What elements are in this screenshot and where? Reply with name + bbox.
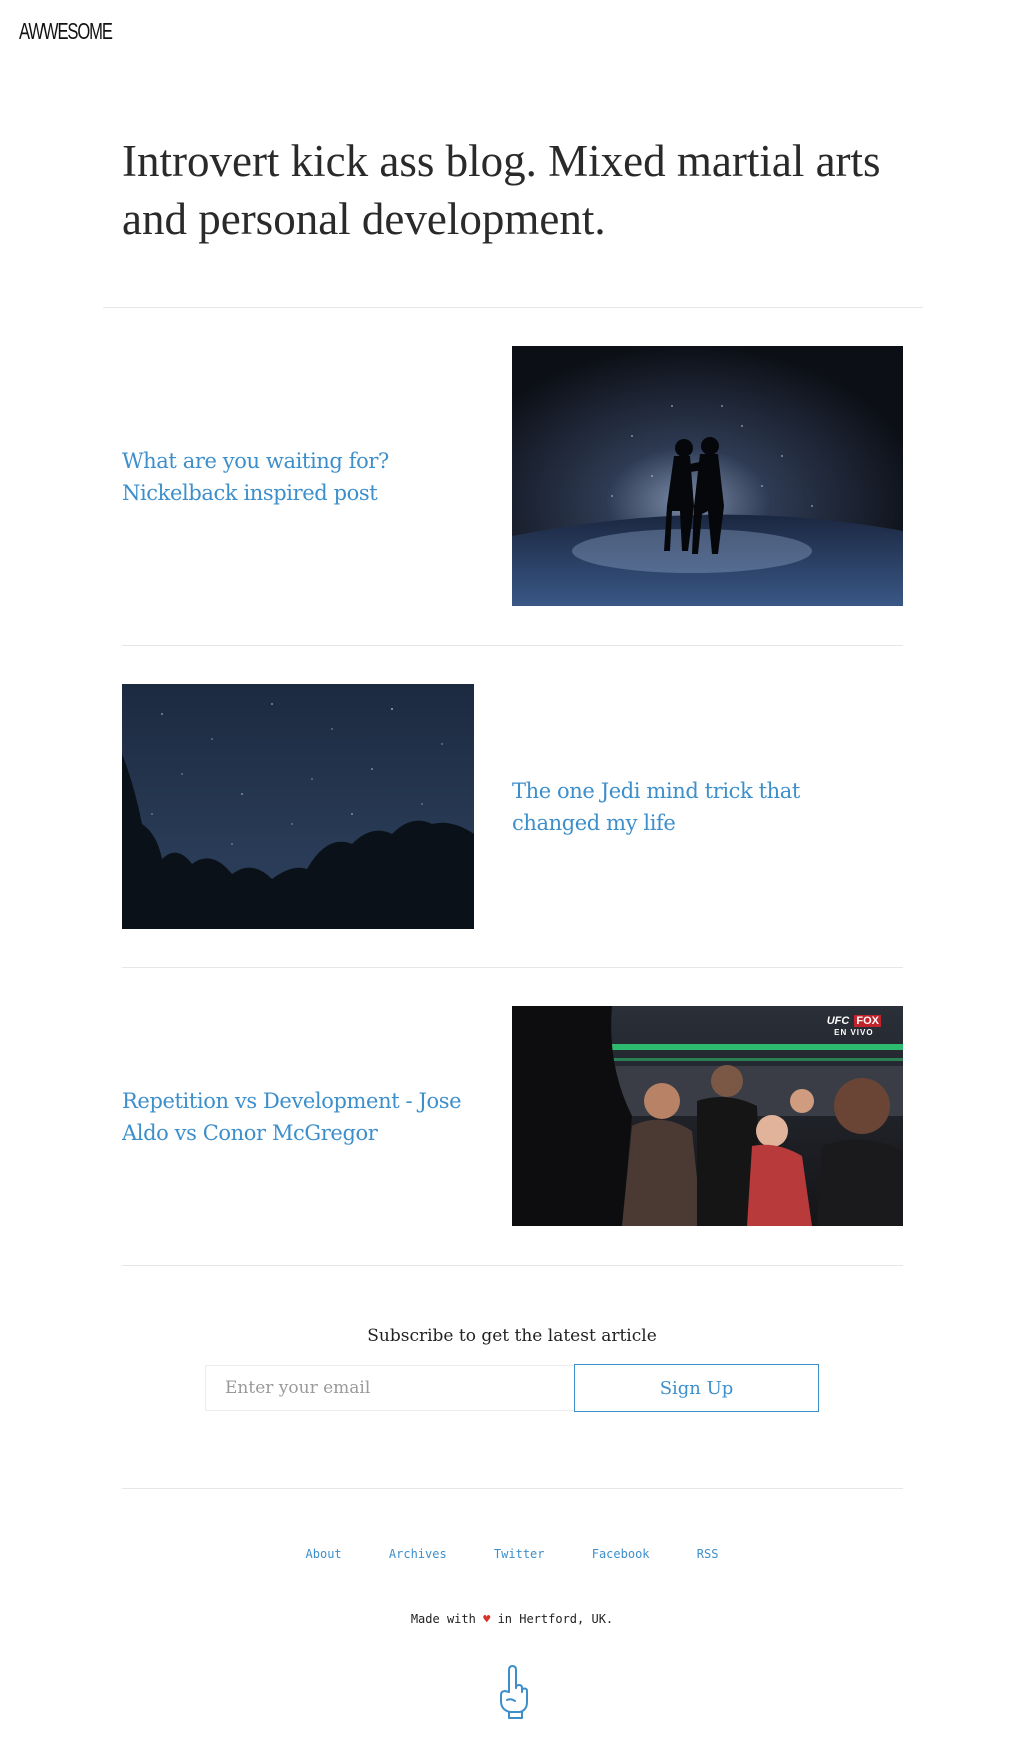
sign-up-button[interactable]: Sign Up: [574, 1364, 819, 1412]
footer-link-archives[interactable]: Archives: [389, 1547, 447, 1561]
heart-icon: ♥: [483, 1612, 491, 1626]
footer-link-about[interactable]: About: [306, 1547, 342, 1561]
page-title: Introvert kick ass blog. Mixed martial a…: [122, 136, 881, 244]
footer-nav: About Archives Twitter Facebook RSS: [0, 1547, 1024, 1561]
divider: [122, 645, 903, 646]
footer-credit: Made with ♥ in Hertford, UK.: [0, 1612, 1024, 1626]
divider: [122, 1265, 903, 1266]
pointing-hand-icon[interactable]: [497, 1664, 529, 1720]
subscribe-label: Subscribe to get the latest article: [367, 1326, 657, 1346]
site-logo[interactable]: AWWESOME: [19, 18, 113, 45]
post-link-1[interactable]: What are you waiting for? Nickelback ins…: [122, 445, 422, 509]
ufc-crowd-image[interactable]: UFC FOX EN VIVO: [512, 1006, 903, 1226]
divider: [122, 967, 903, 968]
credit-suffix: in Hertford, UK.: [497, 1612, 614, 1626]
credit-prefix: Made with: [410, 1612, 476, 1626]
post-link-3[interactable]: Repetition vs Development - Jose Aldo vs…: [122, 1085, 482, 1149]
footer-link-rss[interactable]: RSS: [697, 1547, 719, 1561]
ufc-logo: UFC: [826, 1015, 850, 1027]
divider: [103, 307, 923, 308]
rain-fight-image[interactable]: [512, 346, 903, 606]
email-field[interactable]: [205, 1365, 574, 1411]
fox-logo: FOX: [854, 1015, 881, 1027]
footer-link-twitter[interactable]: Twitter: [494, 1547, 545, 1561]
post-link-2[interactable]: The one Jedi mind trick that changed my …: [512, 775, 842, 839]
divider: [122, 1488, 903, 1489]
footer-link-facebook[interactable]: Facebook: [592, 1547, 650, 1561]
broadcast-subtitle: EN VIVO: [834, 1028, 874, 1037]
night-sky-image[interactable]: [122, 684, 474, 929]
